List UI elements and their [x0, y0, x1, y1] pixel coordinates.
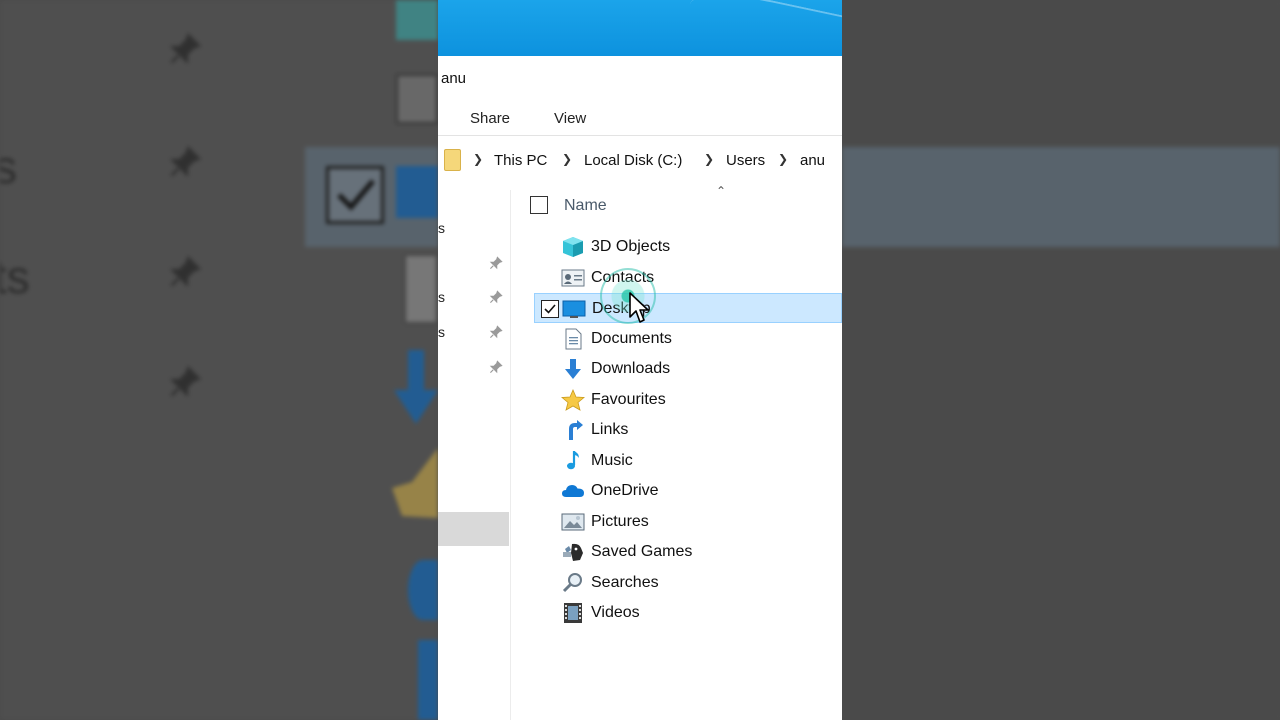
contacts-icon — [396, 74, 438, 124]
blurred-selection-strip — [842, 147, 1280, 247]
3d-objects-icon — [563, 237, 583, 257]
music-icon — [418, 640, 438, 720]
item-name: Searches — [591, 573, 659, 591]
ribbon-tabs: Share View — [438, 100, 842, 136]
tab-view[interactable]: View — [554, 110, 586, 127]
list-item[interactable]: Saved Games — [534, 537, 842, 567]
file-explorer-window: anu Share View ❯ This PC ❯ Local Disk (C… — [438, 0, 842, 720]
mouse-cursor-icon — [629, 292, 649, 323]
nav-item-selected[interactable] — [438, 512, 509, 546]
saved-games-icon — [563, 543, 583, 561]
list-item[interactable]: Searches — [534, 568, 842, 598]
pictures-icon — [561, 513, 585, 530]
pin-icon — [489, 290, 503, 304]
favourites-icon — [561, 388, 585, 411]
list-item[interactable]: Favourites — [534, 385, 842, 415]
address-bar[interactable]: ❯ This PC ❯ Local Disk (C:) ❯ Users ❯ an… — [438, 144, 842, 176]
pin-icon — [169, 32, 202, 65]
title-bar[interactable] — [438, 0, 842, 56]
list-item[interactable]: Music — [534, 446, 842, 476]
contacts-icon — [561, 269, 585, 286]
downloads-icon — [394, 350, 438, 424]
3d-objects-icon — [396, 0, 438, 40]
blurred-checkbox — [326, 166, 384, 224]
list-item[interactable]: Documents — [534, 324, 842, 354]
links-icon — [408, 560, 438, 620]
favourites-icon — [392, 448, 438, 518]
music-icon — [567, 450, 579, 469]
pin-icon — [169, 145, 202, 178]
nav-item-label[interactable]: s — [438, 324, 445, 340]
desktop-icon — [396, 166, 438, 218]
item-name: 3D Objects — [591, 238, 671, 255]
pin-icon — [489, 256, 503, 270]
tab-share[interactable]: Share — [470, 110, 510, 127]
breadcrumb-anu[interactable]: anu — [800, 152, 825, 169]
list-item[interactable]: Links — [534, 415, 842, 445]
chevron-right-icon[interactable]: ❯ — [473, 152, 483, 166]
list-item[interactable]: OneDrive — [534, 476, 842, 506]
breadcrumb-local-disk[interactable]: Local Disk (C:) — [584, 152, 682, 169]
item-name: Links — [591, 421, 629, 438]
item-name: Pictures — [591, 512, 649, 530]
item-name: Documents — [591, 329, 672, 347]
downloads-icon — [565, 359, 581, 379]
list-item[interactable]: Videos — [534, 598, 842, 628]
breadcrumb-users[interactable]: Users — [726, 152, 765, 169]
select-all-checkbox[interactable] — [530, 196, 548, 214]
blurred-background-right — [842, 0, 1280, 720]
navigation-pane: s s s — [438, 190, 511, 720]
onedrive-icon — [562, 485, 584, 497]
list-item[interactable]: Pictures — [534, 507, 842, 537]
blurred-background-left: s ts — [0, 0, 438, 720]
item-checkbox-checked[interactable] — [541, 300, 559, 318]
links-icon — [569, 420, 583, 440]
item-name: Videos — [591, 604, 640, 621]
item-name: Favourites — [591, 390, 666, 408]
item-name: Saved Games — [591, 543, 693, 560]
videos-icon — [564, 603, 582, 623]
blurred-text-fragment: s — [0, 141, 17, 193]
item-name: OneDrive — [591, 482, 659, 499]
column-header: Name ⌃ — [528, 184, 842, 219]
pin-icon — [489, 360, 503, 374]
chevron-right-icon[interactable]: ❯ — [704, 152, 714, 166]
folder-icon — [444, 149, 461, 171]
list-item[interactable]: Contacts — [534, 263, 842, 293]
nav-item-label[interactable]: s — [438, 289, 445, 305]
video-frame: s ts anu Share View ❯ This PC ❯ Local Di… — [0, 0, 1280, 720]
window-title: anu — [441, 70, 467, 87]
list-item[interactable]: Downloads — [534, 354, 842, 384]
searches-icon — [562, 572, 582, 592]
blurred-text-fragment: ts — [0, 251, 30, 303]
breadcrumb-this-pc[interactable]: This PC — [494, 152, 547, 169]
item-name: Downloads — [591, 360, 671, 377]
pin-icon — [169, 255, 202, 288]
item-name: Music — [591, 451, 633, 469]
list-item[interactable]: 3D Objects — [534, 232, 842, 262]
pin-icon — [169, 365, 202, 398]
nav-item-label[interactable]: s — [438, 220, 445, 236]
sort-ascending-icon: ⌃ — [716, 184, 727, 198]
documents-icon — [565, 328, 582, 349]
pin-icon — [489, 325, 503, 339]
list-item-selected[interactable]: Desktop — [534, 293, 842, 323]
documents-icon — [404, 254, 438, 324]
column-header-name[interactable]: Name — [564, 197, 607, 215]
chevron-right-icon[interactable]: ❯ — [778, 152, 788, 166]
chevron-right-icon[interactable]: ❯ — [562, 152, 572, 166]
desktop-icon — [562, 300, 586, 318]
